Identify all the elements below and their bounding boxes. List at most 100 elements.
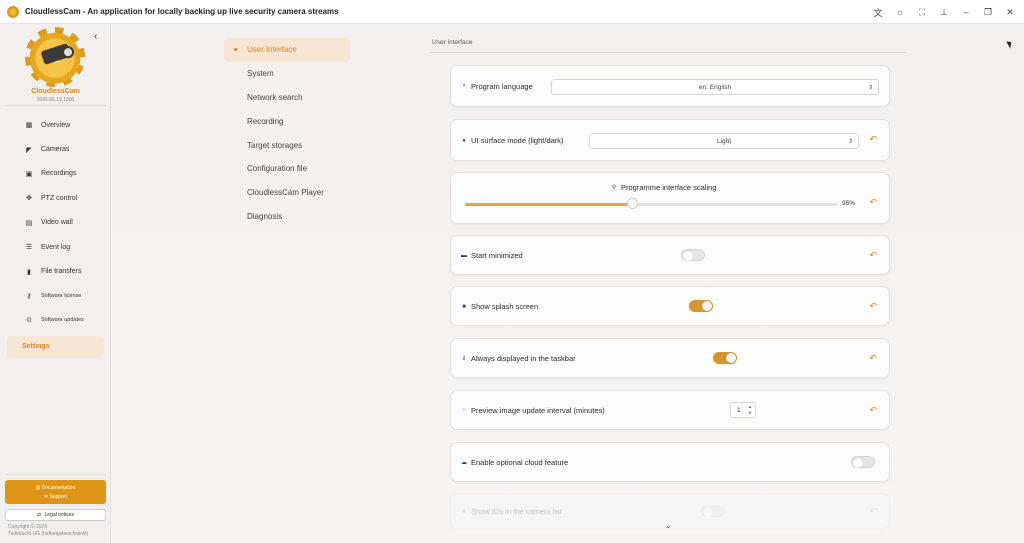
setting-label: ª Program language — [461, 82, 533, 91]
sidebar-item-label: Software updates — [41, 317, 84, 324]
sidebar-item-overview[interactable]: ▦ Overview — [0, 113, 111, 137]
sidebar-item-label: Settings — [22, 343, 50, 351]
setting-label: ıl Always displayed in the taskbar — [461, 354, 576, 363]
setting-label: ● UI surface mode (light/dark) — [461, 136, 564, 145]
language-select[interactable]: en: English ⇕ — [551, 79, 879, 95]
sidebar-nav: ▦ Overview ◤ Cameras ▣ Recordings ✥ PTZ … — [0, 113, 111, 358]
toggle-knob — [703, 507, 713, 517]
legal-icon: ⚖ — [37, 512, 42, 518]
sidebar-item-label: Overview — [41, 121, 71, 129]
reset-icon[interactable]: ↶ — [869, 405, 877, 416]
settings-nav-configuration-file[interactable]: Configuration file — [224, 157, 350, 181]
chevron-down-icon[interactable]: ▼ — [748, 410, 752, 415]
settings-nav-target-storages[interactable]: Target storages — [224, 133, 350, 157]
legal-notices-button[interactable]: ⚖ Legal notices — [5, 509, 106, 521]
sidebar-item-event-log[interactable]: ☰ Event log — [0, 235, 111, 259]
grid-icon: ▦ — [25, 122, 33, 130]
chevron-updown-icon: ⇕ — [867, 84, 873, 91]
setting-label: ■ Show splash screen — [461, 302, 538, 311]
interval-icon: ⁘ — [461, 408, 467, 414]
camera-logo-icon — [40, 43, 72, 65]
reset-icon[interactable]: ↶ — [869, 134, 877, 145]
surface-mode-select[interactable]: Light ⇕ — [589, 133, 859, 149]
divider — [429, 52, 907, 53]
reset-icon[interactable]: ↶ — [869, 353, 877, 364]
sidebar-item-label: File transfers — [41, 268, 82, 276]
sidebar-item-label: Video wall — [41, 219, 73, 227]
monitor-icon: ▤ — [25, 219, 33, 227]
reset-icon[interactable]: ↶ — [869, 197, 877, 208]
support-label: Support — [49, 493, 68, 500]
theme-icon[interactable]: ☼ — [894, 6, 906, 18]
chevron-updown-icon: ⇕ — [847, 138, 853, 145]
translate-icon[interactable]: 文 — [872, 6, 884, 18]
minimize-icon[interactable]: – — [960, 6, 972, 18]
support-link[interactable]: ✲ Support — [44, 494, 67, 500]
settings-nav-player[interactable]: CloudlessCam Player — [224, 181, 350, 205]
reset-icon[interactable]: ↶ — [869, 301, 877, 312]
sidebar-item-settings[interactable]: Settings — [7, 335, 104, 358]
divider — [6, 474, 106, 475]
restore-icon[interactable]: ❐ — [982, 6, 994, 18]
documentation-support-button[interactable]: ▥ Documentation ✲ Support — [5, 480, 106, 504]
chevron-up-icon[interactable]: ▲ — [748, 404, 752, 409]
surface-mode-label: UI surface mode (light/dark) — [471, 136, 564, 145]
sidebar-item-label: Event log — [41, 243, 71, 251]
setting-label: # Show IDs in the camera list — [461, 507, 562, 516]
sidebar-item-cameras[interactable]: ◤ Cameras — [0, 137, 111, 161]
toggle-knob — [702, 301, 712, 311]
sidebar-item-ptz-control[interactable]: ✥ PTZ control — [0, 186, 111, 210]
sidebar: ‹ CloudlessCam 2026.05.19.1900 ▦ Overvie… — [0, 24, 111, 543]
chevron-down-icon[interactable]: ⌄ — [665, 521, 672, 530]
scaling-slider[interactable] — [465, 198, 837, 209]
taskbar-toggle[interactable] — [713, 352, 737, 364]
stepper-arrows[interactable]: ▲ ▼ — [748, 404, 752, 416]
zoom-icon: ⚲ — [611, 185, 617, 191]
reset-icon[interactable]: ↶ — [869, 250, 877, 261]
setting-label: ⁘ Preview image update interval (minutes… — [461, 406, 604, 415]
reset-icon[interactable]: ↶ — [869, 506, 877, 517]
close-icon[interactable]: ✕ — [1004, 6, 1016, 18]
setting-card-splash-screen: ■ Show splash screen ↶ — [450, 286, 890, 326]
settings-nav-system[interactable]: System — [224, 62, 350, 86]
setting-card-start-minimized: ▬ Start minimized ↶ — [450, 235, 890, 275]
app-sun-icon — [7, 5, 19, 18]
sidebar-item-video-wall[interactable]: ▤ Video wall — [0, 211, 111, 235]
taskbar-label: Always displayed in the taskbar — [471, 354, 576, 363]
settings-nav-label: User interface — [247, 45, 297, 55]
slider-handle[interactable] — [627, 198, 638, 209]
settings-nav-user-interface[interactable]: User interface — [224, 38, 350, 62]
sidebar-item-recordings[interactable]: ▣ Recordings — [0, 162, 111, 186]
preview-interval-stepper[interactable]: 1 ▲ ▼ — [730, 402, 756, 418]
settings-nav-diagnosis[interactable]: Diagnosis — [224, 205, 350, 229]
pin-icon[interactable]: ⊥ — [938, 6, 950, 18]
settings-nav-network-search[interactable]: Network search — [224, 86, 350, 110]
sidebar-item-software-license[interactable]: ⚷ Software license — [0, 284, 111, 308]
language-icon: ª — [462, 83, 466, 90]
sidebar-item-software-updates[interactable]: ⊙ Software updates — [0, 308, 111, 332]
documentation-link[interactable]: ▥ Documentation — [36, 485, 76, 491]
chevron-left-icon[interactable]: ‹ — [94, 31, 97, 42]
splash-screen-label: Show splash screen — [471, 302, 539, 311]
splash-screen-toggle[interactable] — [689, 300, 713, 312]
sidebar-item-label: Cameras — [41, 146, 70, 154]
setting-card-surface-mode: ● UI surface mode (light/dark) Light ⇕ ↶ — [450, 119, 890, 161]
sidebar-item-label: Software license — [41, 292, 82, 299]
sidebar-item-label: PTZ control — [41, 194, 78, 202]
copyright-text: Copyright © 2024 Tadebucht UG (haftungsb… — [8, 524, 88, 538]
toggle-knob — [853, 458, 863, 468]
move-icon: ✥ — [26, 195, 32, 203]
show-ids-toggle[interactable] — [701, 505, 725, 517]
start-minimized-toggle[interactable] — [681, 249, 705, 261]
cloud-feature-toggle[interactable] — [851, 456, 875, 468]
window-controls: 文 ☼ ⛶ ⊥ – ❐ ✕ — [872, 0, 1016, 24]
sidebar-item-file-transfers[interactable]: ▮ File transfers — [0, 259, 111, 283]
settings-nav-recording[interactable]: Recording — [224, 109, 350, 133]
toggle-knob — [683, 251, 693, 261]
scaling-value: 95% — [842, 200, 856, 207]
sidebar-item-label: Recordings — [41, 170, 77, 178]
toggle-knob — [726, 353, 736, 363]
taskbar-icon: ıl — [462, 355, 466, 362]
splash-icon: ■ — [462, 303, 466, 310]
fullscreen-icon[interactable]: ⛶ — [916, 6, 928, 18]
